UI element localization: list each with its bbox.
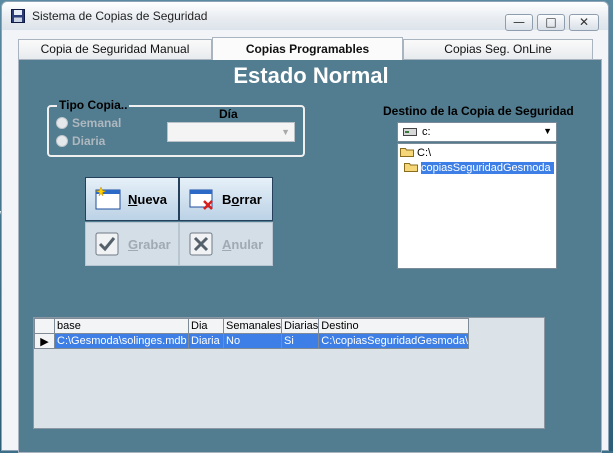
cell-semanales[interactable]: No [222, 333, 283, 349]
app-window: Sistema de Copias de Seguridad — □ ✕ Cop… [1, 1, 609, 453]
chevron-down-icon: ▼ [543, 126, 552, 136]
close-icon: ✕ [578, 15, 590, 29]
floppy-disk-icon [11, 9, 25, 23]
drive-icon [403, 128, 417, 136]
destino-label: Destino de la Copia de Seguridad [383, 104, 574, 118]
open-folder-icon [404, 163, 418, 172]
checkmark-icon [95, 232, 119, 256]
grabar-button[interactable]: Grabar [85, 222, 179, 266]
nueva-button[interactable]: Nueva [85, 177, 179, 221]
directory-list[interactable]: C:\ copiasSeguridadGesmoda [397, 143, 557, 269]
tipo-copia-label: Tipo Copia.. [57, 98, 130, 112]
status-heading: Estado Normal [233, 63, 389, 88]
semanal-radio[interactable] [56, 117, 68, 129]
column-header-dia[interactable]: Dia [188, 318, 224, 334]
cell-base[interactable]: C:\Gesmoda\solinges.mdb [54, 333, 189, 349]
anular-label: Anular [222, 237, 264, 252]
cancel-x-icon [189, 232, 213, 256]
column-header-semanales[interactable]: Semanales [222, 318, 283, 334]
tab-copia-manual[interactable]: Copia de Seguridad Manual [18, 39, 212, 59]
diaria-radio[interactable] [56, 135, 68, 147]
grid-table: base Dia Semanales Diarias Destino ▶ C:\… [34, 318, 470, 349]
borrar-button[interactable]: Borrar [179, 177, 273, 221]
minimize-icon: — [513, 15, 525, 29]
grid-header-row: base Dia Semanales Diarias Destino [34, 318, 470, 334]
borrar-label: Borrar [222, 192, 262, 207]
new-window-icon [95, 187, 121, 210]
tab-copias-programables[interactable]: Copias Programables [212, 37, 403, 60]
directory-label: copiasSeguridadGesmoda [421, 162, 554, 174]
directory-item-selected[interactable]: copiasSeguridadGesmoda [404, 161, 554, 175]
dia-select[interactable]: ▼ [167, 122, 295, 142]
maximize-button[interactable]: □ [537, 14, 565, 31]
cell-dia[interactable]: Diaria [188, 333, 224, 349]
column-header-destino[interactable]: Destino [318, 318, 470, 334]
column-header-diarias[interactable]: Diarias [281, 318, 320, 334]
tab-copias-online[interactable]: Copias Seg. OnLine [403, 39, 593, 59]
nueva-label: Nueva [128, 192, 168, 207]
maximize-icon: □ [545, 15, 557, 29]
anular-button[interactable]: Anular [179, 222, 273, 266]
diaria-label: Diaria [72, 134, 106, 148]
close-button[interactable]: ✕ [569, 14, 599, 31]
title-bar[interactable]: Sistema de Copias de Seguridad — □ ✕ [2, 2, 608, 31]
minimize-button[interactable]: — [505, 14, 533, 31]
row-selector-header [34, 318, 55, 334]
grabar-label: Grabar [128, 237, 171, 252]
row-pointer-icon: ▶ [34, 333, 55, 349]
dia-label: Día [219, 107, 238, 121]
delete-window-icon [189, 189, 213, 210]
cell-destino[interactable]: C:\copiasSeguridadGesmoda\ [318, 333, 470, 349]
window-title: Sistema de Copias de Seguridad [32, 9, 208, 23]
tipo-copia-group: Tipo Copia.. Semanal Diaria Día ▼ [47, 98, 305, 157]
directory-label: C:\ [417, 147, 432, 159]
chevron-down-icon: ▼ [281, 127, 290, 137]
column-header-base[interactable]: base [54, 318, 189, 334]
tab-panel: Estado Normal Tipo Copia.. Semanal Diari… [18, 59, 602, 453]
drive-select[interactable]: c: ▼ [397, 122, 557, 142]
drive-value: c: [422, 126, 431, 138]
backup-schedule-grid[interactable]: base Dia Semanales Diarias Destino ▶ C:\… [33, 317, 545, 429]
cell-diarias[interactable]: Si [281, 333, 320, 349]
semanal-label: Semanal [72, 116, 122, 130]
directory-item[interactable]: C:\ [400, 146, 431, 160]
open-folder-icon [400, 148, 414, 157]
table-row[interactable]: ▶ C:\Gesmoda\solinges.mdb Diaria No Si C… [34, 333, 470, 349]
